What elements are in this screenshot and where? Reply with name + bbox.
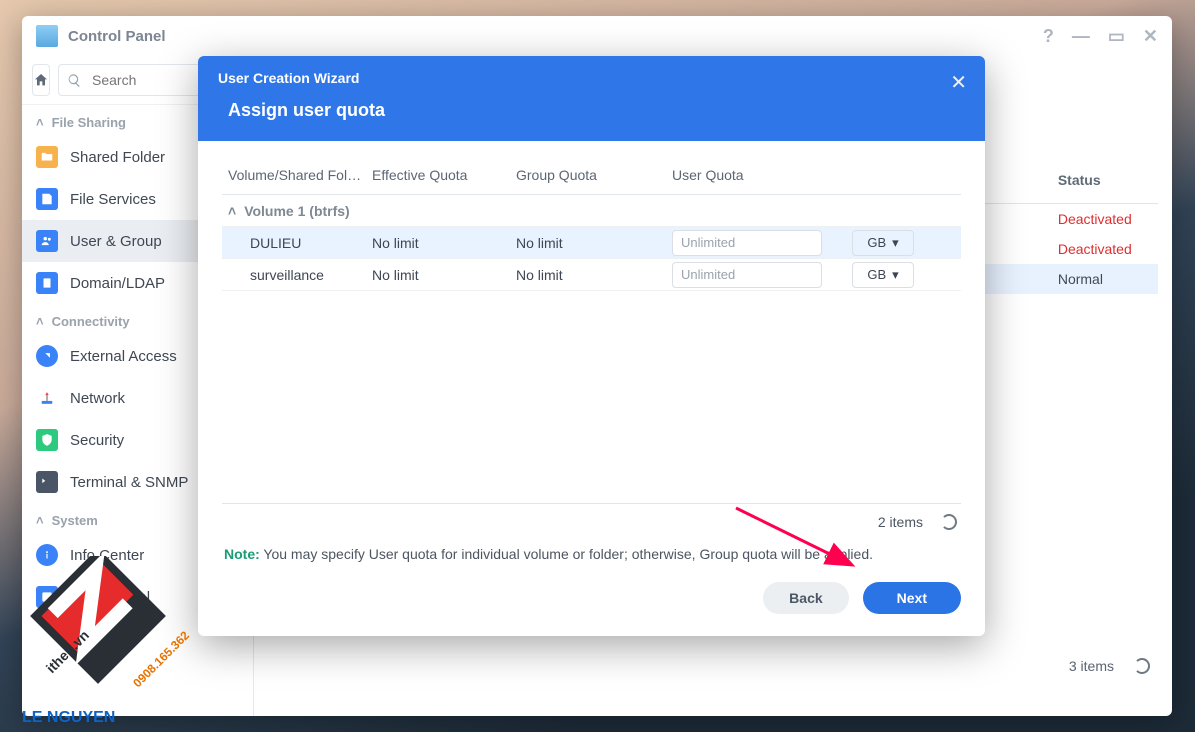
note-label: Note: (224, 546, 260, 562)
sidebar-item-label: Terminal & SNMP (70, 474, 188, 491)
modal-title: User Creation Wizard (218, 70, 965, 86)
modal-header: User Creation Wizard Assign user quota ✕ (198, 56, 985, 141)
volume-group-row[interactable]: ˄ Volume 1 (btrfs) (222, 195, 961, 227)
effective-quota: No limit (372, 267, 516, 283)
reload-icon[interactable] (941, 514, 957, 530)
modal-subtitle: Assign user quota (228, 100, 965, 121)
chevron-up-icon: ˄ (36, 314, 44, 329)
search-icon (67, 73, 82, 88)
titlebar: Control Panel ? — ▭ ✕ (22, 16, 1172, 56)
sidebar-item-label: Security (70, 432, 124, 449)
quota-row[interactable]: surveillance No limit No limit GB ▾ (222, 259, 961, 291)
unit-select[interactable]: GB ▾ (852, 262, 914, 288)
quota-row[interactable]: DULIEU No limit No limit GB ▾ (222, 227, 961, 259)
maximize-icon[interactable]: ▭ (1108, 26, 1125, 47)
user-quota-input[interactable] (672, 230, 822, 256)
terminal-icon (36, 471, 58, 493)
items-count: 3 items (1069, 658, 1114, 674)
main-footer: 3 items (1069, 658, 1150, 674)
modal-footer: Back Next (198, 574, 985, 636)
info-icon (36, 544, 58, 566)
network-icon (36, 387, 58, 409)
file-services-icon (36, 188, 58, 210)
window-controls: ? — ▭ ✕ (1043, 26, 1158, 47)
user-creation-wizard: User Creation Wizard Assign user quota ✕… (198, 56, 985, 636)
chevron-down-icon: ▾ (892, 235, 899, 251)
group-label: Connectivity (52, 314, 130, 329)
close-icon[interactable]: ✕ (1143, 26, 1158, 47)
sidebar-item-label: Info Center (70, 547, 144, 564)
folder-icon (36, 146, 58, 168)
back-button[interactable]: Back (763, 582, 848, 614)
status-badge: Deactivated (1058, 211, 1158, 227)
sidebar-item-label: External Access (70, 348, 177, 365)
app-icon (36, 25, 58, 47)
shared-folder-name: surveillance (222, 267, 372, 283)
status-badge: Deactivated (1058, 241, 1158, 257)
shield-icon (36, 429, 58, 451)
reload-icon[interactable] (1134, 658, 1150, 674)
column-user-quota[interactable]: User Quota (672, 167, 842, 183)
quota-table-header: Volume/Shared Fol… Effective Quota Group… (222, 155, 961, 195)
sidebar-item-label: Login Portal (70, 589, 150, 606)
chevron-up-icon: ˄ (228, 203, 236, 219)
chevron-up-icon: ˄ (36, 115, 44, 130)
chevron-down-icon: ▾ (892, 267, 899, 283)
status-badge: Normal (1058, 271, 1158, 287)
external-access-icon (36, 345, 58, 367)
home-button[interactable] (32, 64, 50, 96)
help-icon[interactable]: ? (1043, 26, 1054, 47)
next-button[interactable]: Next (863, 582, 961, 614)
sidebar-item-label: Shared Folder (70, 149, 165, 166)
column-volume[interactable]: Volume/Shared Fol… (222, 167, 372, 183)
chevron-up-icon: ˄ (36, 513, 44, 528)
column-status[interactable]: Status (1058, 172, 1158, 188)
modal-close-icon[interactable]: ✕ (950, 70, 967, 95)
sidebar-item-label: User & Group (70, 233, 162, 250)
domain-icon (36, 272, 58, 294)
items-count: 2 items (878, 514, 923, 530)
quota-footer: 2 items (222, 503, 961, 540)
unit-label: GB (867, 267, 886, 282)
user-quota-input[interactable] (672, 262, 822, 288)
sidebar-item-label: Domain/LDAP (70, 275, 165, 292)
volume-name: Volume 1 (btrfs) (244, 203, 350, 219)
group-label: System (52, 513, 98, 528)
group-label: File Sharing (52, 115, 126, 130)
column-group-quota[interactable]: Group Quota (516, 167, 672, 183)
column-effective-quota[interactable]: Effective Quota (372, 167, 516, 183)
home-icon (33, 72, 49, 88)
unit-select[interactable]: GB ▾ (852, 230, 914, 256)
unit-label: GB (867, 235, 886, 250)
minimize-icon[interactable]: — (1072, 26, 1090, 47)
login-portal-icon (36, 586, 58, 608)
note-text: You may specify User quota for individua… (260, 546, 873, 562)
effective-quota: No limit (372, 235, 516, 251)
users-icon (36, 230, 58, 252)
shared-folder-name: DULIEU (222, 235, 372, 251)
group-quota: No limit (516, 235, 672, 251)
sidebar-item-label: File Services (70, 191, 156, 208)
group-quota: No limit (516, 267, 672, 283)
sidebar-item-label: Network (70, 390, 125, 407)
window-title: Control Panel (68, 28, 166, 45)
wizard-note: Note: You may specify User quota for ind… (222, 540, 961, 574)
